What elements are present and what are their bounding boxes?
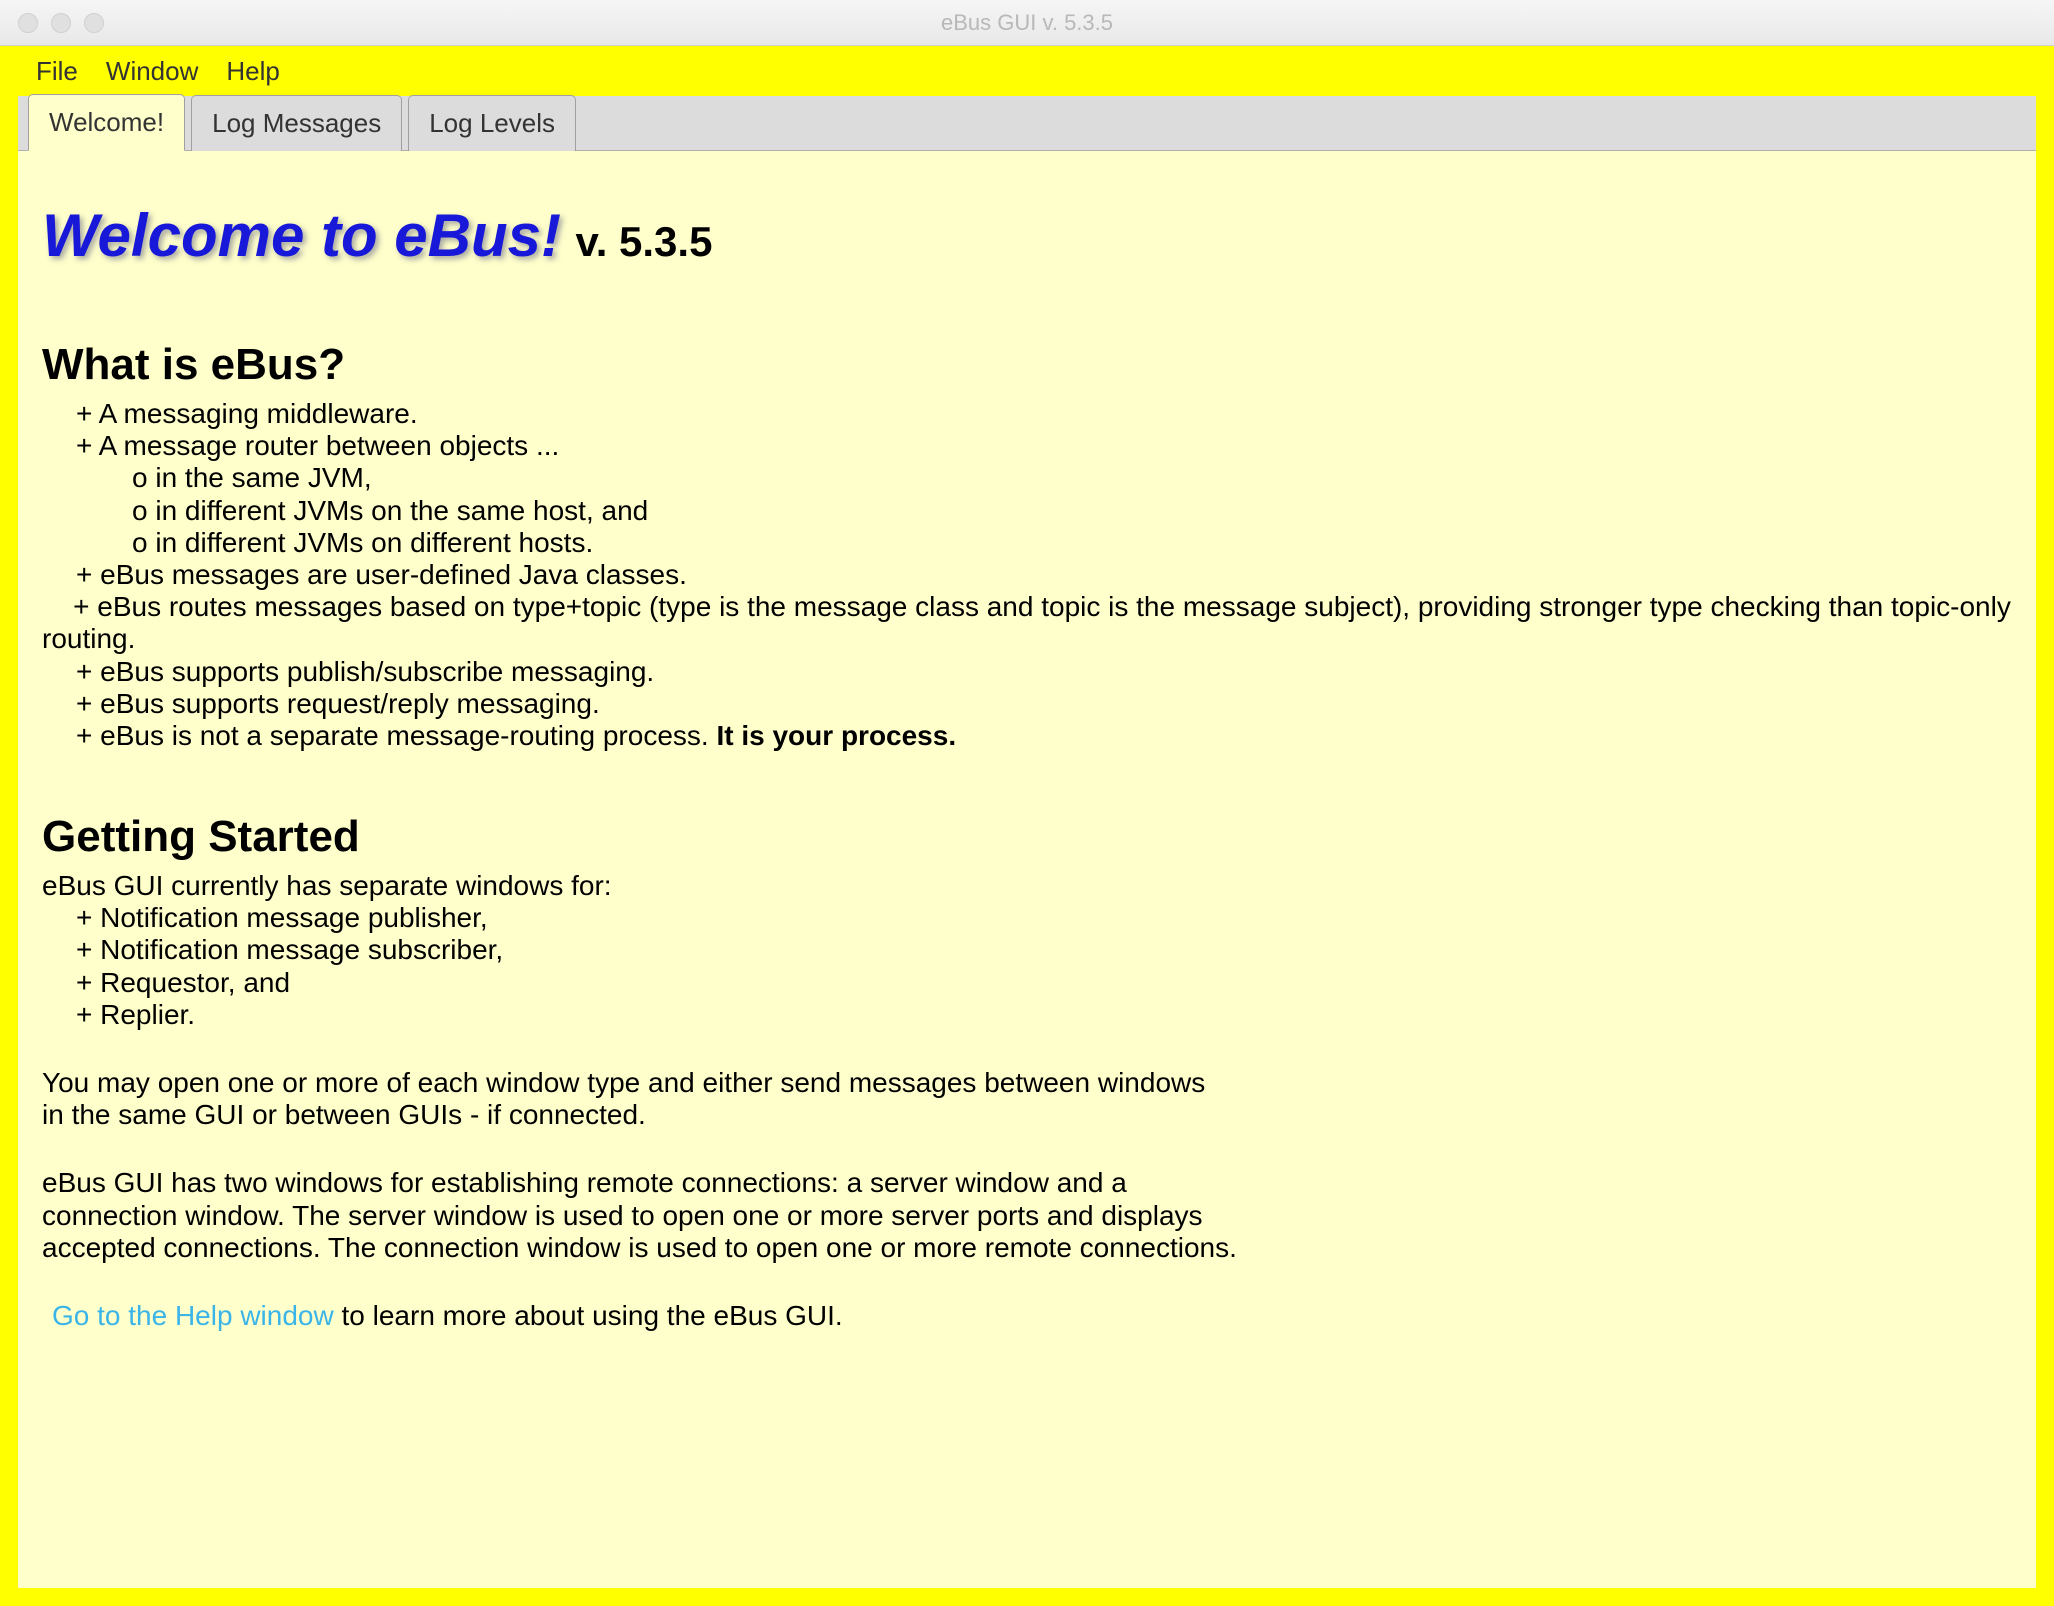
app-container: File Window Help Welcome! Log Messages L… xyxy=(0,46,2054,1606)
paragraph-line: connection window. The server window is … xyxy=(42,1200,2012,1232)
paragraph-line: accepted connections. The connection win… xyxy=(42,1232,2012,1264)
list-item: + Requestor, and xyxy=(42,967,2012,999)
list-item: + Replier. xyxy=(42,999,2012,1031)
menu-help[interactable]: Help xyxy=(226,56,279,87)
tab-log-levels[interactable]: Log Levels xyxy=(408,95,576,151)
list-item: + eBus is not a separate message-routing… xyxy=(42,720,2012,752)
window-titlebar: eBus GUI v. 5.3.5 xyxy=(0,0,2054,46)
welcome-title: Welcome to eBus! xyxy=(42,202,561,269)
minimize-icon[interactable] xyxy=(51,13,71,33)
heading-getting-started: Getting Started xyxy=(42,812,2012,862)
list-item: + eBus messages are user-defined Java cl… xyxy=(42,559,2012,591)
content-area: Welcome to eBus! v. 5.3.5 What is eBus? … xyxy=(18,151,2036,1588)
help-link-suffix: to learn more about using the eBus GUI. xyxy=(334,1300,843,1331)
list-item: + eBus supports request/reply messaging. xyxy=(42,688,2012,720)
menubar: File Window Help xyxy=(0,46,2054,96)
paragraph-line: You may open one or more of each window … xyxy=(42,1067,2012,1099)
heading-what-is-ebus: What is eBus? xyxy=(42,340,2012,390)
menu-window[interactable]: Window xyxy=(106,56,198,87)
inner-frame: Welcome! Log Messages Log Levels Welcome… xyxy=(18,96,2036,1588)
menu-file[interactable]: File xyxy=(36,56,78,87)
version-label: v. 5.3.5 xyxy=(575,218,712,265)
paragraph-line: in the same GUI or between GUIs - if con… xyxy=(42,1099,2012,1131)
list-item: + eBus supports publish/subscribe messag… xyxy=(42,656,2012,688)
list-subitem: o in different JVMs on different hosts. xyxy=(42,527,2012,559)
paragraph: You may open one or more of each window … xyxy=(42,1067,2012,1131)
list-item-text: + eBus is not a separate message-routing… xyxy=(76,720,716,751)
emphasis-text: It is your process. xyxy=(716,720,956,751)
traffic-lights xyxy=(0,13,104,33)
tab-bar: Welcome! Log Messages Log Levels xyxy=(18,96,2036,151)
maximize-icon[interactable] xyxy=(84,13,104,33)
window-title: eBus GUI v. 5.3.5 xyxy=(941,10,1113,36)
help-link[interactable]: Go to the Help window xyxy=(52,1300,334,1331)
tab-welcome[interactable]: Welcome! xyxy=(28,94,185,151)
close-icon[interactable] xyxy=(18,13,38,33)
help-link-line: Go to the Help window to learn more abou… xyxy=(42,1300,2012,1332)
tab-log-messages[interactable]: Log Messages xyxy=(191,95,402,151)
list-item: + A messaging middleware. xyxy=(42,398,2012,430)
list-item: + A message router between objects ... xyxy=(42,430,2012,462)
list-item: + Notification message publisher, xyxy=(42,902,2012,934)
paragraph: eBus GUI has two windows for establishin… xyxy=(42,1167,2012,1264)
list-item: + Notification message subscriber, xyxy=(42,934,2012,966)
list-subitem: o in the same JVM, xyxy=(42,462,2012,494)
intro-text: eBus GUI currently has separate windows … xyxy=(42,870,2012,902)
hero-line: Welcome to eBus! v. 5.3.5 xyxy=(42,201,2012,270)
list-subitem: o in different JVMs on the same host, an… xyxy=(42,495,2012,527)
list-item: + eBus routes messages based on type+top… xyxy=(42,591,2012,655)
paragraph-line: eBus GUI has two windows for establishin… xyxy=(42,1167,2012,1199)
